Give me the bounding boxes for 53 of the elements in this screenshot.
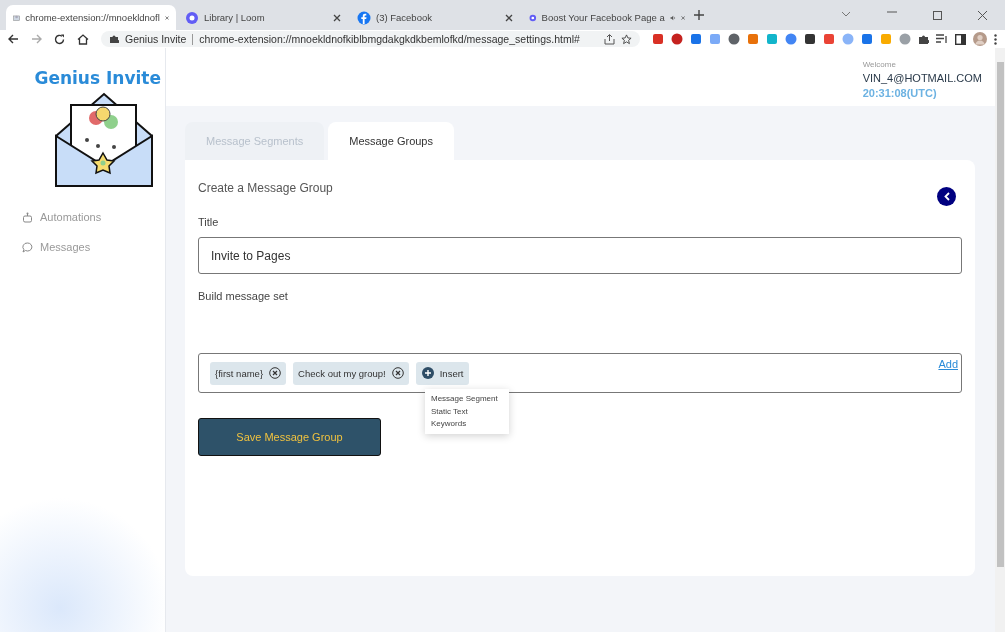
welcome-label: Welcome [862, 60, 896, 69]
form-heading: Create a Message Group [198, 181, 333, 195]
plus-circle-icon [421, 367, 434, 379]
robot-icon [22, 211, 33, 223]
extension-icon[interactable] [728, 33, 740, 45]
save-button[interactable]: Save Message Group [198, 418, 381, 456]
menu-item[interactable]: Static Text [431, 405, 503, 418]
address-bar[interactable]: Genius Invite chrome-extension://mnoekldnofkiblbmgdakgkdkbemlofkd/message_settings.html# [101, 31, 640, 47]
close-icon[interactable] [680, 13, 685, 22]
url-text: chrome-extension://mnoekldnofkiblbmgdakgkdkbemlofkd/message_settings.html# [199, 33, 580, 45]
reading-list-icon[interactable] [936, 34, 948, 44]
browser-tab[interactable]: chrome-extension://mnoekldnofl [6, 5, 176, 30]
menu-icon[interactable] [994, 33, 997, 45]
field-label: Build message set [198, 290, 289, 302]
site-name: Genius Invite [125, 33, 187, 45]
browser-tab[interactable]: Library | Loom [178, 5, 348, 30]
extension-icon[interactable] [671, 33, 683, 45]
back-button[interactable] [937, 187, 956, 206]
browser-tab[interactable]: Boost Your Facebook Page a [522, 5, 692, 30]
chevron-left-icon [943, 192, 950, 201]
star-icon[interactable] [621, 33, 632, 45]
share-icon[interactable] [604, 33, 615, 45]
avatar-icon[interactable] [973, 32, 987, 46]
insert-button[interactable]: Insert [415, 361, 470, 385]
home-icon[interactable] [77, 33, 89, 45]
field-label: Title [198, 216, 220, 228]
reload-icon[interactable] [54, 33, 65, 45]
menu-item[interactable]: Keywords [431, 418, 503, 431]
browser-tab[interactable]: (3) Facebook [350, 5, 520, 30]
side-panel-icon[interactable] [955, 33, 966, 45]
back-arrow-icon[interactable] [8, 34, 19, 44]
facebook-icon [357, 10, 371, 25]
close-icon[interactable] [978, 10, 987, 20]
chevron-down-icon[interactable] [841, 10, 851, 17]
remove-icon[interactable] [269, 367, 282, 379]
tab[interactable]: Message Groups [328, 122, 454, 160]
menu-item[interactable]: Message Segment [431, 393, 503, 406]
title-input[interactable]: Invite to Pages [198, 237, 962, 274]
add-link[interactable]: Add [938, 358, 958, 370]
close-icon[interactable] [164, 13, 169, 22]
scrollbar[interactable] [995, 48, 1005, 632]
message-chip[interactable]: {first name} [210, 361, 287, 385]
app-logo-text: Genius Invite [33, 68, 161, 88]
extension-icon[interactable] [804, 33, 816, 45]
clock-time: 20:31:08(UTC) [862, 87, 937, 99]
maximize-icon[interactable] [933, 10, 942, 20]
close-icon[interactable] [505, 13, 513, 22]
remove-icon[interactable] [391, 367, 404, 379]
user-email: VIN_4@HOTMAIL.COM [862, 72, 982, 84]
new-tab-icon[interactable] [694, 10, 704, 20]
close-icon[interactable] [333, 13, 341, 22]
message-chip[interactable]: Check out my group! [293, 361, 409, 385]
chat-bubble-icon [22, 241, 33, 253]
